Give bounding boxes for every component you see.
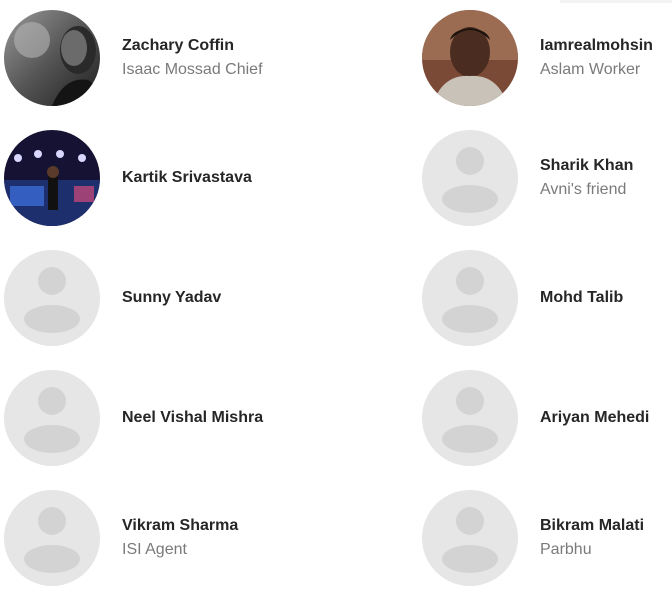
contact-card[interactable]: Mohd Talib — [422, 248, 672, 348]
avatar — [4, 130, 100, 226]
contact-card[interactable]: Sunny Yadav — [4, 248, 304, 348]
contact-grid: Zachary Coffin Isaac Mossad Chief Iamrea… — [0, 0, 672, 589]
avatar — [422, 10, 518, 106]
contact-card[interactable]: Neel Vishal Mishra — [4, 368, 304, 468]
contact-name: Iamrealmohsin — [540, 36, 653, 54]
contact-name: Mohd Talib — [540, 289, 624, 306]
contact-name: Sharik Khan — [540, 156, 634, 174]
contact-card[interactable]: Ariyan Mehedi — [422, 368, 672, 468]
contact-card[interactable]: Bikram Malati Parbhu — [422, 488, 672, 588]
contact-name: Neel Vishal Mishra — [122, 409, 264, 426]
contact-card[interactable]: Iamrealmohsin Aslam Worker — [422, 8, 672, 108]
contact-card[interactable]: Sharik Khan Avni's friend — [422, 128, 672, 228]
default-person-icon — [4, 370, 100, 466]
contact-name: Vikram Sharma — [122, 516, 239, 534]
contact-card[interactable]: Vikram Sharma ISI Agent — [4, 488, 304, 588]
contact-subtitle: Parbhu — [540, 540, 592, 558]
contact-subtitle: ISI Agent — [122, 540, 187, 558]
contact-card[interactable]: Zachary Coffin Isaac Mossad Chief — [4, 8, 304, 108]
contact-name: Zachary Coffin — [122, 36, 235, 54]
contact-subtitle: Aslam Worker — [540, 60, 641, 78]
avatar — [4, 10, 100, 106]
default-person-icon — [4, 490, 100, 586]
default-person-icon — [422, 130, 518, 226]
contact-subtitle: Avni's friend — [540, 180, 627, 198]
default-person-icon — [422, 490, 518, 586]
contact-name: Sunny Yadav — [122, 289, 222, 306]
contact-name: Bikram Malati — [540, 516, 645, 534]
contact-card[interactable]: Kartik Srivastava — [4, 128, 304, 228]
default-person-icon — [422, 370, 518, 466]
contact-name: Kartik Srivastava — [122, 169, 252, 186]
contact-subtitle: Isaac Mossad Chief — [122, 60, 263, 78]
contact-name: Ariyan Mehedi — [540, 409, 650, 426]
default-person-icon — [422, 250, 518, 346]
default-person-icon — [4, 250, 100, 346]
